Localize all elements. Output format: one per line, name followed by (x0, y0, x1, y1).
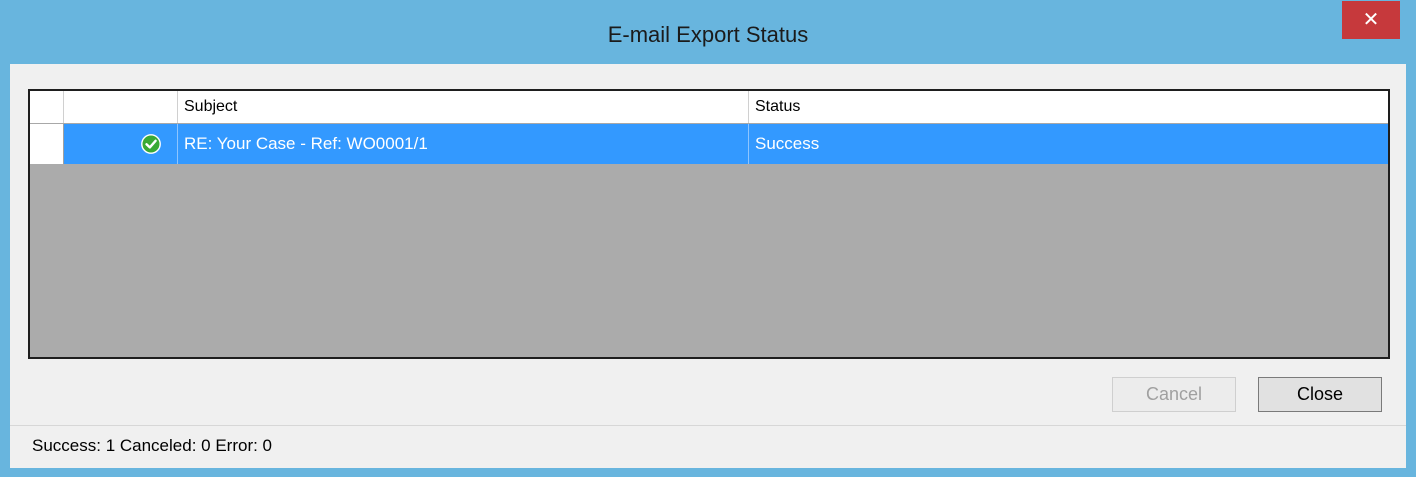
title-bar[interactable]: E-mail Export Status ✕ (0, 0, 1416, 64)
subject-cell[interactable]: RE: Your Case - Ref: WO0001/1 (178, 124, 749, 164)
window-title: E-mail Export Status (607, 22, 809, 47)
row-header-column-header[interactable] (30, 91, 64, 123)
status-summary: Success: 1 Canceled: 0 Error: 0 (32, 436, 273, 455)
icon-column-header[interactable] (64, 91, 178, 123)
export-results-grid[interactable]: Subject Status RE: Your Case - Ref: WO00… (28, 89, 1390, 359)
status-cell[interactable]: Success (749, 124, 1388, 164)
table-row[interactable]: RE: Your Case - Ref: WO0001/1 Success (30, 124, 1388, 164)
icon-cell (64, 124, 178, 164)
check-circle-icon (141, 134, 161, 154)
row-header-cell[interactable] (30, 124, 64, 164)
status-column-header[interactable]: Status (749, 91, 1388, 123)
dialog-body: Subject Status RE: Your Case - Ref: WO00… (10, 64, 1406, 468)
subject-column-header[interactable]: Subject (178, 91, 749, 123)
status-bar: Success: 1 Canceled: 0 Error: 0 (10, 425, 1406, 468)
window-close-icon[interactable]: ✕ (1342, 1, 1400, 39)
cancel-button[interactable]: Cancel (1112, 377, 1236, 412)
close-button[interactable]: Close (1258, 377, 1382, 412)
export-status-window: E-mail Export Status ✕ Subject Status RE… (0, 0, 1416, 477)
grid-header-row: Subject Status (30, 91, 1388, 124)
